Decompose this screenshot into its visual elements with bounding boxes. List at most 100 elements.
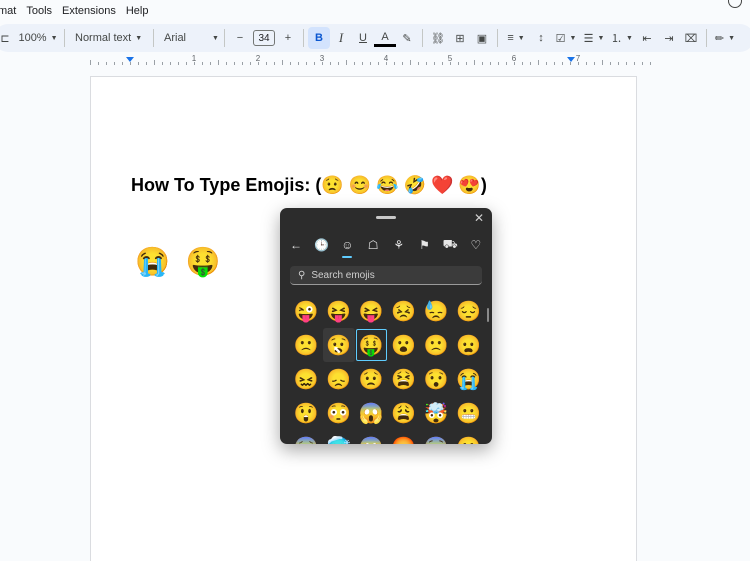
smiley-icon[interactable]: ☺ bbox=[337, 238, 357, 258]
bullet-list-select[interactable]: ☰ ▼ bbox=[580, 27, 608, 49]
menu-format[interactable]: mat bbox=[0, 5, 21, 17]
ruler-tick bbox=[394, 62, 395, 65]
emoji-cell[interactable]: 😮 bbox=[388, 328, 421, 362]
font-select[interactable]: Arial ▼ bbox=[158, 27, 220, 49]
chevron-down-icon: ▼ bbox=[569, 34, 577, 42]
checklist-select[interactable]: ☑ ▼ bbox=[552, 27, 580, 49]
emoji-cell[interactable]: 😦 bbox=[453, 328, 486, 362]
recent-clock-icon[interactable]: 🕒 bbox=[312, 238, 332, 252]
document-emoji-line[interactable]: 😭 🤑 bbox=[135, 245, 225, 278]
ruler-tick bbox=[346, 60, 347, 65]
back-arrow-icon[interactable]: ← bbox=[286, 238, 306, 252]
emoji-cell[interactable]: 😰 bbox=[290, 430, 323, 445]
numbered-list-select[interactable]: ⒈ ▼ bbox=[608, 27, 636, 49]
insert-link-icon[interactable]: ⛓ bbox=[427, 27, 449, 49]
ruler-number: 4 bbox=[383, 54, 389, 63]
emoji-cell[interactable]: 😱 bbox=[355, 430, 388, 445]
emoji-picker: ✕ ← 🕒 ☺ ☖ ⚘ ⚑ ⛟ ♡ ⚲ Search emojis 😜 😝 😝 😣 😓 😔 🙁 😧 🤑 😮 🙁 😦 😖… bbox=[280, 208, 492, 444]
emoji-cell[interactable]: 😱 bbox=[355, 396, 388, 430]
close-icon[interactable]: ✕ bbox=[474, 211, 484, 225]
menu-tools[interactable]: Tools bbox=[21, 5, 57, 17]
emoji-cell[interactable]: 😳 bbox=[323, 396, 356, 430]
emoji-cell[interactable]: 😞 bbox=[323, 362, 356, 396]
ruler-tick bbox=[338, 62, 339, 65]
heart-icon[interactable]: ♡ bbox=[466, 238, 486, 252]
emoji-cell[interactable]: 🙁 bbox=[290, 328, 323, 362]
emoji-cell[interactable]: 😨 bbox=[420, 430, 453, 445]
clear-formatting-icon[interactable]: ⌧ bbox=[680, 27, 702, 49]
emoji-cell[interactable]: 😯 bbox=[420, 362, 453, 396]
emoji-cell[interactable]: 🤑 bbox=[355, 328, 388, 362]
emoji-cell[interactable]: 😟 bbox=[355, 362, 388, 396]
align-select[interactable]: ≡ ▼ bbox=[502, 27, 530, 49]
emoji-cell[interactable]: 😬 bbox=[453, 396, 486, 430]
emoji-cell[interactable]: 😩 bbox=[388, 396, 421, 430]
ruler-tick bbox=[498, 62, 499, 65]
ruler-tick bbox=[594, 62, 595, 65]
emoji-cell[interactable]: 😝 bbox=[323, 294, 356, 328]
emoji-cell[interactable]: 😲 bbox=[290, 396, 323, 430]
emoji-cell[interactable]: 😝 bbox=[355, 294, 388, 328]
ruler-tick bbox=[242, 62, 243, 65]
ruler-tick bbox=[410, 60, 411, 65]
menu-bar: mat Tools Extensions Help bbox=[0, 0, 750, 22]
ruler-tick bbox=[370, 62, 371, 65]
ruler[interactable]: 1 2 3 4 5 6 7 bbox=[90, 54, 651, 66]
increase-indent-icon[interactable]: ⇥ bbox=[658, 27, 680, 49]
divider bbox=[224, 29, 225, 47]
emoji-cell[interactable]: 😖 bbox=[290, 362, 323, 396]
ruler-tick bbox=[378, 62, 379, 65]
italic-button[interactable]: I bbox=[330, 27, 352, 49]
search-input[interactable]: ⚲ Search emojis bbox=[290, 266, 482, 285]
underline-button[interactable]: U bbox=[352, 27, 374, 49]
ruler-tick bbox=[642, 62, 643, 65]
ruler-tick bbox=[186, 62, 187, 65]
people-icon[interactable]: ☖ bbox=[363, 238, 383, 252]
menu-help[interactable]: Help bbox=[121, 5, 154, 17]
editing-mode-select[interactable]: ✏ ▼ bbox=[711, 27, 739, 49]
emoji-cell[interactable]: 🤯 bbox=[420, 396, 453, 430]
emoji-cell[interactable]: 😮 bbox=[453, 430, 486, 445]
car-icon[interactable]: ⛟ bbox=[440, 237, 460, 253]
add-comment-icon[interactable]: ⊞ bbox=[449, 27, 471, 49]
ruler-number: 7 bbox=[575, 54, 581, 63]
ruler-tick bbox=[266, 62, 267, 65]
emoji-cell[interactable]: 😭 bbox=[453, 362, 486, 396]
ruler-tick bbox=[90, 60, 91, 65]
emoji-cell[interactable]: 🥶 bbox=[323, 430, 356, 445]
chevron-down-icon: ▼ bbox=[135, 34, 143, 42]
right-indent-marker[interactable] bbox=[567, 57, 575, 62]
drag-handle[interactable] bbox=[376, 216, 396, 219]
emoji-cell[interactable]: 🙁 bbox=[420, 328, 453, 362]
ruler-tick bbox=[162, 62, 163, 65]
emoji-cell[interactable]: 😣 bbox=[388, 294, 421, 328]
ruler-tick bbox=[442, 62, 443, 65]
paint-format-icon[interactable]: ⊏ bbox=[0, 27, 16, 49]
style-select[interactable]: Normal text ▼ bbox=[69, 27, 149, 49]
insert-image-icon[interactable]: ▣ bbox=[471, 27, 493, 49]
text-color-button[interactable]: A bbox=[374, 29, 396, 47]
menu-extensions[interactable]: Extensions bbox=[57, 5, 121, 17]
celebration-icon[interactable]: ⚘ bbox=[389, 238, 409, 252]
font-size-field[interactable]: 34 bbox=[251, 27, 277, 49]
bold-button[interactable]: B bbox=[308, 27, 330, 49]
scrollbar[interactable] bbox=[487, 308, 489, 322]
line-spacing-icon[interactable]: ↕ bbox=[530, 27, 552, 49]
ruler-tick bbox=[426, 62, 427, 65]
ruler-tick bbox=[114, 62, 115, 65]
emoji-cell[interactable]: 😜 bbox=[290, 294, 323, 328]
decrease-font-size-button[interactable]: − bbox=[229, 27, 251, 49]
ruler-tick bbox=[530, 62, 531, 65]
highlight-color-icon[interactable]: ✎ bbox=[396, 27, 418, 49]
zoom-select[interactable]: 100% ▼ bbox=[16, 27, 60, 49]
decrease-indent-icon[interactable]: ⇤ bbox=[636, 27, 658, 49]
document-heading[interactable]: How To Type Emojis: (😟 😊 😂 🤣 ❤️ 😍) bbox=[131, 175, 487, 196]
emoji-cell[interactable]: 😔 bbox=[453, 294, 486, 328]
ruler-tick bbox=[202, 62, 203, 65]
emoji-cell[interactable]: 😓 bbox=[420, 294, 453, 328]
emoji-cell[interactable]: 😫 bbox=[388, 362, 421, 396]
increase-font-size-button[interactable]: + bbox=[277, 27, 299, 49]
flag-icon[interactable]: ⚑ bbox=[415, 238, 435, 252]
emoji-cell[interactable]: 😡 bbox=[388, 430, 421, 445]
ruler-number: 2 bbox=[255, 54, 261, 63]
